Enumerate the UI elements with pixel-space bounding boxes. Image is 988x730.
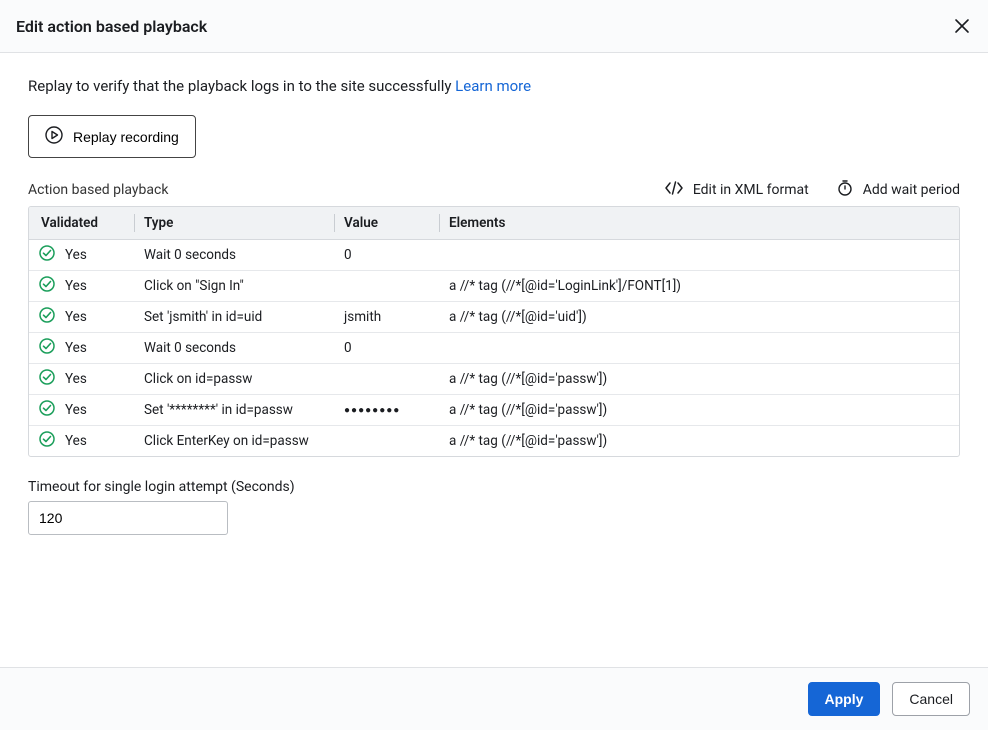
- toolbar-actions: Edit in XML format Add wait period: [665, 180, 960, 200]
- validated-text: Yes: [65, 402, 87, 418]
- check-icon: [39, 245, 55, 265]
- cell-elements: [439, 250, 959, 260]
- cell-type: Click on "Sign In": [134, 273, 334, 299]
- table-row[interactable]: Yes Click on id=passw a //* tag (//*[@id='…: [29, 363, 959, 394]
- timer-icon: [837, 180, 853, 200]
- cell-validated: Yes: [29, 364, 134, 394]
- cell-validated: Yes: [29, 271, 134, 301]
- actions-table: Validated Type Value Elements Yes Wait 0 …: [28, 206, 960, 457]
- validated-text: Yes: [65, 309, 87, 325]
- table-header: Validated Type Value Elements: [29, 207, 959, 240]
- cell-value: jsmith: [334, 304, 439, 330]
- cell-elements: a //* tag (//*[@id='passw']): [439, 397, 959, 423]
- check-icon: [39, 307, 55, 327]
- cell-type: Set '********' in id=passw: [134, 397, 334, 423]
- cell-validated: Yes: [29, 333, 134, 363]
- cell-elements: [439, 343, 959, 353]
- edit-xml-button[interactable]: Edit in XML format: [665, 180, 809, 200]
- cell-type: Click EnterKey on id=passw: [134, 428, 334, 454]
- cell-elements: a //* tag (//*[@id='passw']): [439, 366, 959, 392]
- code-icon: [665, 181, 683, 199]
- cell-value: [334, 436, 439, 446]
- column-elements[interactable]: Elements: [439, 207, 959, 239]
- cell-validated: Yes: [29, 240, 134, 270]
- learn-more-link[interactable]: Learn more: [455, 77, 531, 95]
- check-icon: [39, 431, 55, 451]
- apply-button[interactable]: Apply: [808, 682, 881, 716]
- cell-type: Set 'jsmith' in id=uid: [134, 304, 334, 330]
- column-value[interactable]: Value: [334, 207, 439, 239]
- table-row[interactable]: Yes Set '********' in id=passw●●●●●●●●a /…: [29, 394, 959, 425]
- close-icon[interactable]: [952, 16, 972, 36]
- replay-button-label: Replay recording: [73, 129, 179, 145]
- intro-message: Replay to verify that the playback logs …: [28, 77, 455, 95]
- playback-section-label: Action based playback: [28, 182, 168, 198]
- timeout-input[interactable]: [28, 501, 228, 535]
- cell-value: [334, 281, 439, 291]
- table-row[interactable]: Yes Wait 0 seconds0: [29, 240, 959, 270]
- cell-type: Click on id=passw: [134, 366, 334, 392]
- cell-value: ●●●●●●●●: [334, 400, 439, 421]
- table-row[interactable]: Yes Click EnterKey on id=passw a //* tag (…: [29, 425, 959, 456]
- add-wait-button[interactable]: Add wait period: [837, 180, 960, 200]
- check-icon: [39, 338, 55, 358]
- check-icon: [39, 369, 55, 389]
- table-row[interactable]: Yes Click on "Sign In" a //* tag (//*[@id=…: [29, 270, 959, 301]
- cell-type: Wait 0 seconds: [134, 335, 334, 361]
- dialog-title: Edit action based playback: [16, 17, 207, 36]
- table-row[interactable]: Yes Wait 0 seconds0: [29, 332, 959, 363]
- table-row[interactable]: Yes Set 'jsmith' in id=uidjsmitha //* tag…: [29, 301, 959, 332]
- column-validated[interactable]: Validated: [29, 207, 134, 239]
- intro-text: Replay to verify that the playback logs …: [28, 77, 960, 95]
- cell-type: Wait 0 seconds: [134, 242, 334, 268]
- cell-validated: Yes: [29, 302, 134, 332]
- cell-value: 0: [334, 335, 439, 361]
- cell-validated: Yes: [29, 395, 134, 425]
- toolbar-row: Action based playback Edit in XML format…: [28, 180, 960, 200]
- table-body: YesWait 0 seconds0YesClick on "Sign In"a…: [29, 240, 959, 456]
- validated-text: Yes: [65, 247, 87, 263]
- cell-value: [334, 374, 439, 384]
- replay-recording-button[interactable]: Replay recording: [28, 115, 196, 158]
- edit-xml-label: Edit in XML format: [693, 182, 809, 198]
- validated-text: Yes: [65, 433, 87, 449]
- dialog-header: Edit action based playback: [0, 0, 988, 53]
- cell-elements: a //* tag (//*[@id='LoginLink']/FONT[1]): [439, 273, 959, 299]
- check-icon: [39, 276, 55, 296]
- dialog-content: Replay to verify that the playback logs …: [0, 53, 988, 667]
- timeout-section: Timeout for single login attempt (Second…: [28, 479, 960, 535]
- validated-text: Yes: [65, 371, 87, 387]
- check-icon: [39, 400, 55, 420]
- add-wait-label: Add wait period: [863, 182, 960, 198]
- dialog-footer: Apply Cancel: [0, 667, 988, 730]
- cell-value: 0: [334, 242, 439, 268]
- validated-text: Yes: [65, 340, 87, 356]
- play-icon: [45, 126, 63, 147]
- validated-text: Yes: [65, 278, 87, 294]
- cell-elements: a //* tag (//*[@id='uid']): [439, 304, 959, 330]
- timeout-label: Timeout for single login attempt (Second…: [28, 479, 960, 495]
- column-type[interactable]: Type: [134, 207, 334, 239]
- cancel-button[interactable]: Cancel: [892, 682, 970, 716]
- cell-validated: Yes: [29, 426, 134, 456]
- cell-elements: a //* tag (//*[@id='passw']): [439, 428, 959, 454]
